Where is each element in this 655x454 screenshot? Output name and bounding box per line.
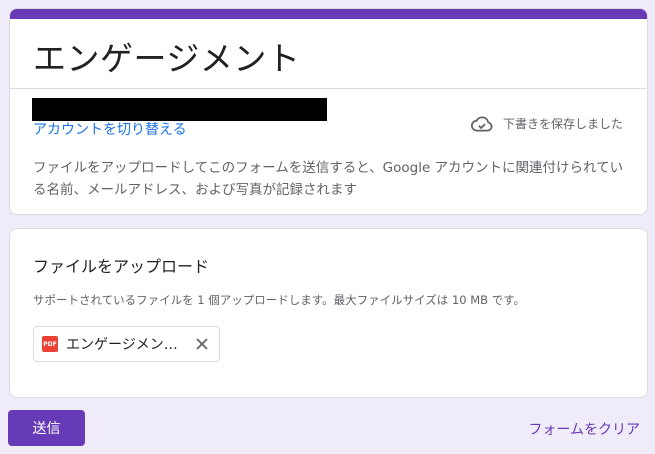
switch-account-link[interactable]: アカウントを切り替える xyxy=(33,119,187,139)
header-accent-bar xyxy=(10,9,647,19)
redacted-account-email xyxy=(32,98,327,121)
question-description: サポートされているファイルを 1 個アップロードします。最大ファイルサイズは 1… xyxy=(33,293,526,307)
form-title: エンゲージメント xyxy=(33,39,301,78)
uploaded-file-name: エンゲージメント.pdf xyxy=(66,337,178,353)
draft-status-label: 下書きを保存しました xyxy=(502,117,623,131)
account-notice: ファイルをアップロードしてこのフォームを送信すると、Google アカウントに関… xyxy=(33,160,624,198)
remove-file-button[interactable] xyxy=(192,334,212,354)
draft-status: 下書きを保存しました xyxy=(470,115,623,132)
cloud-done-icon xyxy=(470,116,493,132)
close-icon xyxy=(196,338,208,350)
submit-button[interactable]: 送信 xyxy=(8,410,85,446)
form-header-card: エンゲージメント アカウントを切り替える 下書きを保存しました ファイルをアップ… xyxy=(9,8,648,215)
question-title: ファイルをアップロード xyxy=(33,257,210,276)
uploaded-file-chip[interactable]: PDF エンゲージメント.pdf xyxy=(33,326,220,362)
header-divider xyxy=(10,88,647,89)
clear-form-link[interactable]: フォームをクリア xyxy=(528,419,640,439)
pdf-file-icon: PDF xyxy=(42,336,58,352)
file-upload-question-card: ファイルをアップロード サポートされているファイルを 1 個アップロードします。… xyxy=(9,228,648,398)
